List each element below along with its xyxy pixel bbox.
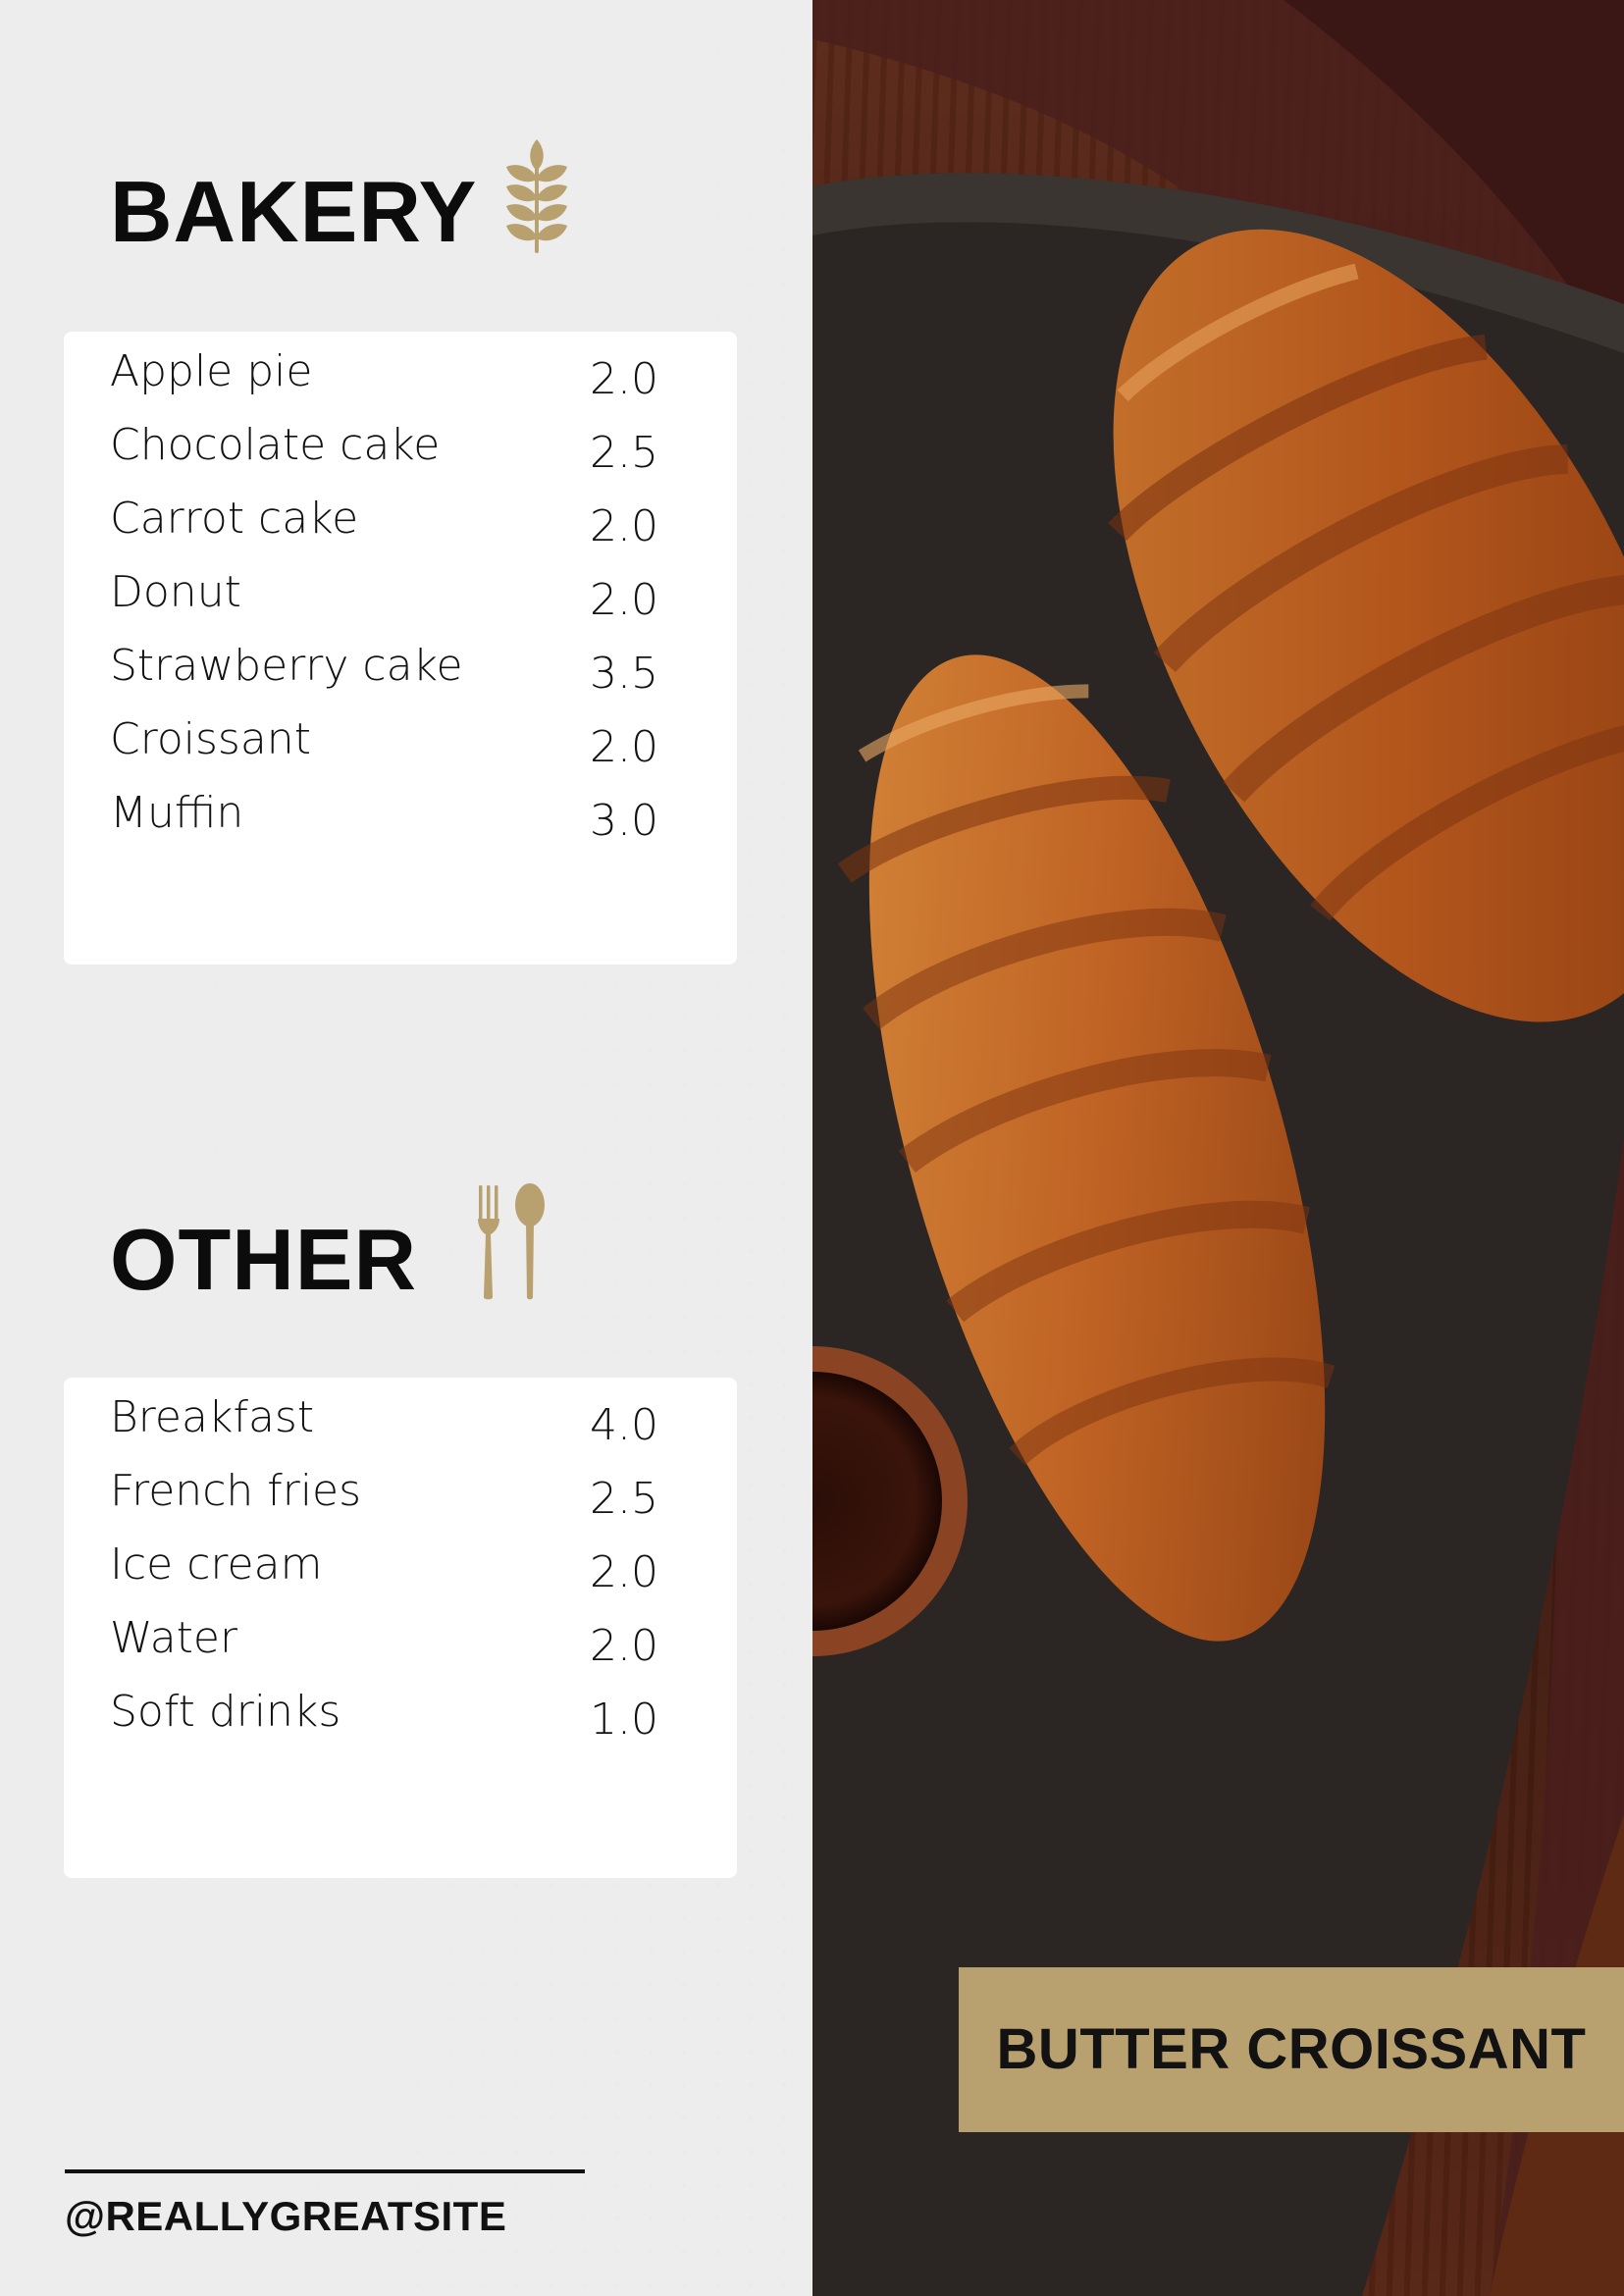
item-price: 2.5 (590, 1474, 658, 1524)
menu-item: Water 2.0 (110, 1613, 668, 1672)
wheat-icon (506, 139, 567, 253)
item-name: Ice cream (110, 1539, 323, 1590)
item-name: French fries (110, 1466, 362, 1516)
item-name: Strawberry cake (110, 641, 463, 691)
item-price: 2.0 (590, 575, 658, 625)
bakery-menu-card: Apple pie 2.0 Chocolate cake 2.5 Carrot … (64, 332, 737, 965)
fork-spoon-icon (478, 1183, 545, 1300)
item-name: Soft drinks (110, 1687, 341, 1737)
caption-banner: BUTTER CROISSANT (959, 1967, 1624, 2132)
menu-item: French fries 2.5 (110, 1466, 668, 1525)
menu-item: Strawberry cake 3.5 (110, 641, 668, 700)
item-name: Water (110, 1613, 238, 1663)
item-name: Chocolate cake (110, 420, 441, 470)
item-price: 2.0 (590, 354, 658, 404)
menu-item: Ice cream 2.0 (110, 1539, 668, 1598)
item-price: 1.0 (590, 1695, 658, 1745)
item-price: 2.0 (590, 501, 658, 551)
croissant-photo (812, 0, 1624, 2296)
item-price: 2.0 (590, 1621, 658, 1671)
menu-item: Breakfast 4.0 (110, 1392, 668, 1451)
menu-item: Chocolate cake 2.5 (110, 420, 668, 479)
item-name: Apple pie (110, 346, 313, 396)
menu-item: Soft drinks 1.0 (110, 1687, 668, 1746)
caption-text: BUTTER CROISSANT (996, 2017, 1587, 2081)
croissant-illustration (812, 0, 1624, 2296)
item-price: 2.0 (590, 722, 658, 772)
bakery-title: BAKERY (110, 163, 478, 260)
item-price: 3.5 (590, 649, 658, 699)
website-handle: @REALLYGREATSITE (65, 2193, 507, 2239)
item-price: 2.0 (590, 1547, 658, 1597)
menu-item: Muffin 3.0 (110, 788, 668, 847)
item-name: Carrot cake (110, 494, 359, 544)
menu-item: Croissant 2.0 (110, 714, 668, 773)
menu-item: Carrot cake 2.0 (110, 494, 668, 552)
menu-item: Donut 2.0 (110, 567, 668, 626)
item-name: Croissant (110, 714, 311, 764)
item-name: Muffin (110, 788, 244, 838)
item-price: 4.0 (590, 1400, 658, 1450)
menu-item: Apple pie 2.0 (110, 346, 668, 405)
other-title: OTHER (110, 1211, 417, 1308)
other-menu-card: Breakfast 4.0 French fries 2.5 Ice cream… (64, 1378, 737, 1878)
item-price: 2.5 (590, 428, 658, 478)
footer-divider (65, 2169, 585, 2173)
item-price: 3.0 (590, 796, 658, 846)
item-name: Donut (110, 567, 241, 617)
item-name: Breakfast (110, 1392, 315, 1442)
